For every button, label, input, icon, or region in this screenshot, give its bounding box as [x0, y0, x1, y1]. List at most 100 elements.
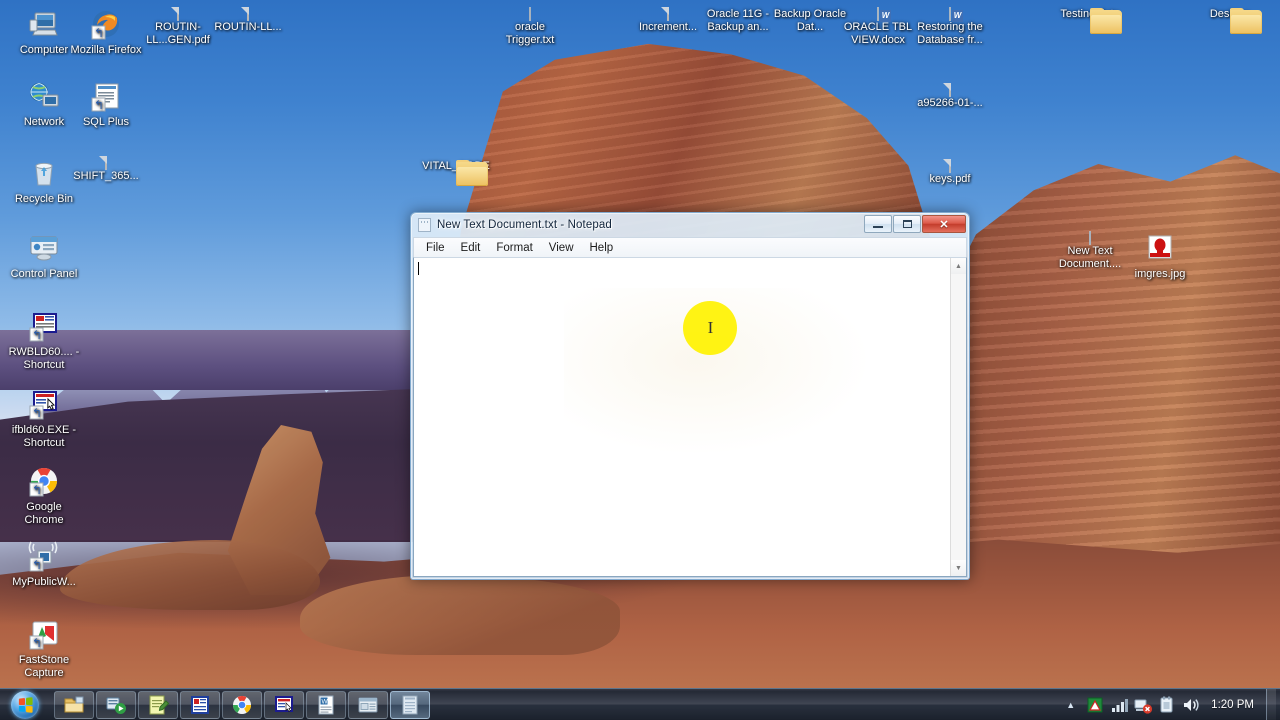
control-panel-icon	[30, 236, 58, 261]
svg-text:↰: ↰	[32, 636, 42, 650]
control-panel-icon	[28, 236, 60, 267]
image-file-icon	[1144, 235, 1176, 267]
desktop-icon-mozilla-firefox[interactable]: ↰ Mozilla Firefox	[68, 8, 144, 57]
tray-signal-icon[interactable]	[1109, 695, 1129, 715]
firefox-icon: ↰	[90, 11, 122, 43]
desktop-icon-faststone-capture[interactable]: ↰ FastStone Capture	[6, 618, 82, 680]
taskbar-clock[interactable]: 1:20 PM	[1203, 699, 1264, 711]
desktop[interactable]: Computer ↰ Mozilla Firefox ROUTIN-LL...GEN.…	[0, 0, 1280, 720]
notepad-menubar[interactable]: File Edit Format View Help	[413, 237, 967, 257]
image-file-icon	[1148, 235, 1172, 259]
forms-builder-icon: ↰	[29, 391, 57, 420]
desktop-icon-vital-code-folder[interactable]: VITAL_CODE	[418, 160, 494, 186]
taskbar-media-player[interactable]	[96, 690, 136, 719]
text-caret	[418, 262, 419, 275]
menu-file[interactable]: File	[419, 240, 452, 256]
desktop-icon-keys-pdf[interactable]: keys.pdf	[912, 159, 988, 186]
recycle-bin-icon	[28, 162, 60, 192]
desktop-icon-control-panel[interactable]: Control Panel	[6, 232, 82, 281]
menu-format[interactable]: Format	[489, 240, 539, 256]
desktop-icon-label: Google Chrome	[24, 501, 64, 526]
desktop-icon-label: New Text Document....	[1058, 245, 1122, 270]
desktop-icon-label: imgres.jpg	[1134, 268, 1186, 280]
maximize-button[interactable]	[893, 215, 921, 233]
taskbar-sql-developer[interactable]	[348, 690, 388, 719]
taskbar-windows-explorer[interactable]	[54, 690, 94, 719]
notepad-window[interactable]: New Text Document.txt - Notepad ✕ File E…	[410, 212, 970, 580]
firefox-icon: ↰	[91, 11, 119, 40]
report-builder-icon: ↰	[29, 313, 57, 342]
minimize-button[interactable]	[864, 215, 892, 233]
desktop-icon-label: a95266-01-...	[917, 97, 983, 109]
show-desktop-button[interactable]	[1266, 688, 1276, 720]
notepad-titlebar[interactable]: New Text Document.txt - Notepad ✕	[412, 214, 968, 236]
tray-network-icon[interactable]	[1133, 695, 1153, 715]
notepad-text-area[interactable]	[414, 258, 950, 576]
window-title: New Text Document.txt - Notepad	[437, 219, 612, 231]
vertical-scrollbar[interactable]: ▲ ▼	[950, 258, 966, 576]
svg-text:↰: ↰	[32, 406, 42, 420]
desktop-icon-sql-plus[interactable]: ↰ SQL Plus	[68, 80, 144, 129]
svg-text:↰: ↰	[94, 98, 104, 112]
taskbar-google-chrome[interactable]	[222, 690, 262, 719]
pdf-document-icon	[247, 7, 249, 21]
desktop-icon-desktop-folder[interactable]: Desktop	[1192, 8, 1268, 34]
tray-power-icon[interactable]	[1157, 695, 1177, 715]
word-document-icon: W	[877, 7, 891, 22]
maximize-icon	[902, 220, 912, 228]
tray-antivirus-icon[interactable]	[1085, 695, 1105, 715]
desktop-icon-oracle-11g-backup[interactable]: Oracle 11G - Backup an...	[700, 8, 776, 34]
tray-overflow-arrow[interactable]: ▲	[1058, 700, 1083, 710]
desktop-icon-mypublicw[interactable]: ↰ MyPublicW...	[6, 540, 82, 589]
pdf-document-icon	[949, 159, 951, 173]
forms-builder-icon: ↰	[28, 391, 60, 423]
minimize-icon	[873, 226, 883, 228]
desktop-icon-routin-ll-pdf[interactable]: ROUTIN-LL...	[210, 7, 286, 34]
desktop-icon-label: ROUTIN-LL...	[214, 21, 282, 33]
desktop-icon-routin-ll-gen-pdf[interactable]: ROUTIN-LL...GEN.pdf	[140, 7, 216, 47]
desktop-icon-a95266-01-pdf[interactable]: a95266-01-...	[912, 83, 988, 110]
desktop-icon-oracle-trigger-txt[interactable]: oracle Trigger.txt	[492, 7, 568, 47]
desktop-icon-shift-365[interactable]: SHIFT_365...	[68, 156, 144, 183]
media-player-icon	[105, 694, 127, 716]
pdf-document-icon	[667, 7, 669, 21]
tray-volume-icon[interactable]	[1181, 695, 1201, 715]
start-button[interactable]	[2, 690, 48, 720]
desktop-icon-label: ORACLE TBL VIEW.docx	[843, 21, 913, 46]
taskbar-word[interactable]: W	[306, 690, 346, 719]
taskbar-forms-builder[interactable]	[264, 690, 304, 719]
taskbar[interactable]: W ▲ 1:20 PM	[0, 688, 1280, 720]
desktop-icon-testing-data-folder[interactable]: Testing data	[1052, 8, 1128, 34]
desktop-icon-new-text-document[interactable]: New Text Document....	[1052, 231, 1128, 271]
taskbar-notepad-app[interactable]	[138, 690, 178, 719]
menu-view[interactable]: View	[542, 240, 581, 256]
text-document-icon	[529, 7, 531, 21]
desktop-icon-ifbld60-exe-shortcut[interactable]: ↰ ifbld60.EXE - Shortcut	[6, 388, 82, 450]
text-cursor-icon: I	[707, 318, 714, 337]
desktop-icon-label: oracle Trigger.txt	[505, 21, 555, 46]
close-button[interactable]: ✕	[922, 215, 966, 233]
system-tray: ▲ 1:20 PM	[1058, 688, 1280, 720]
right-cliff-strata	[940, 155, 1280, 560]
desktop-icon-increment-doc[interactable]: Increment...	[630, 7, 706, 34]
chrome-icon	[231, 694, 253, 716]
desktop-icon-rwbld60-shortcut[interactable]: ↰ RWBLD60.... - Shortcut	[6, 310, 82, 372]
desktop-icon-oracle-tbl-view-docx[interactable]: W ORACLE TBL VIEW.docx	[840, 7, 916, 47]
sql-window-icon	[357, 694, 379, 716]
desktop-icon-restoring-the-database[interactable]: W Restoring the Database fr...	[912, 7, 988, 47]
pdf-document-icon	[667, 7, 669, 21]
taskbar-oracle-app[interactable]	[180, 690, 220, 719]
sqlplus-icon: ↰	[90, 83, 122, 115]
desktop-icon-imgres-jpg[interactable]: imgres.jpg	[1122, 232, 1198, 281]
menu-help[interactable]: Help	[583, 240, 621, 256]
forms-builder-icon	[273, 694, 295, 716]
desktop-icon-backup-oracle-data[interactable]: Backup Oracle Dat...	[772, 8, 848, 34]
notepad-edit-icon	[147, 694, 170, 716]
desktop-icon-label: SHIFT_365...	[73, 170, 139, 182]
scroll-down-arrow[interactable]: ▼	[951, 560, 966, 576]
scroll-up-arrow[interactable]: ▲	[951, 258, 966, 274]
menu-edit[interactable]: Edit	[454, 240, 488, 256]
word-document-icon: W	[949, 7, 963, 22]
taskbar-notepad-window[interactable]	[390, 690, 430, 719]
desktop-icon-google-chrome[interactable]: ↰ Google Chrome	[6, 465, 82, 527]
